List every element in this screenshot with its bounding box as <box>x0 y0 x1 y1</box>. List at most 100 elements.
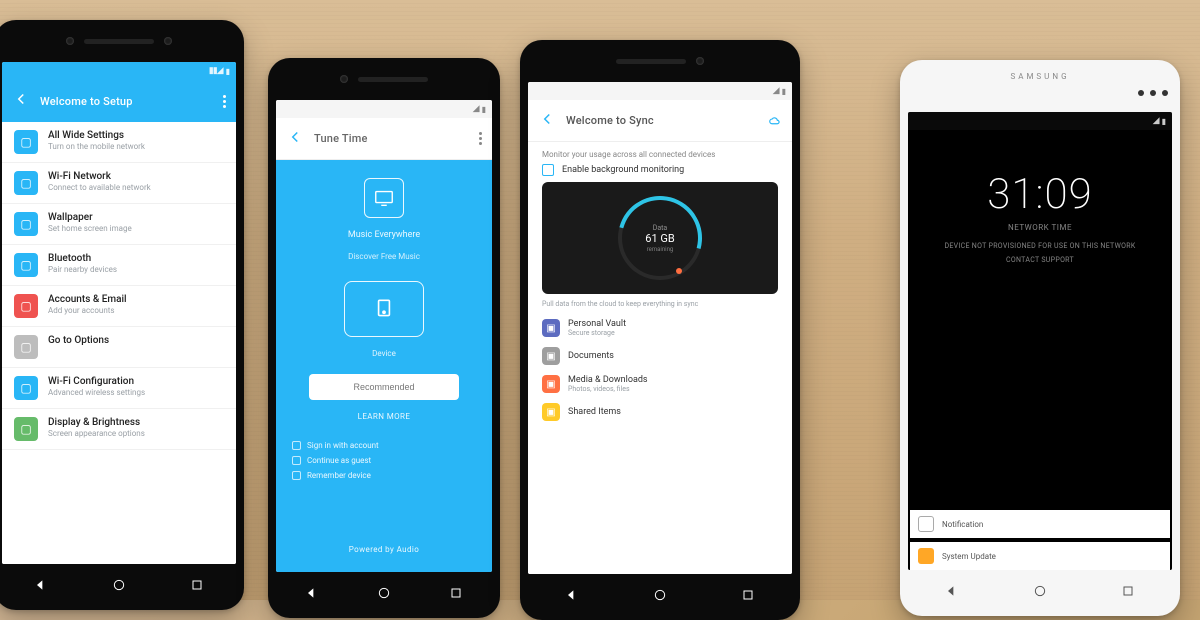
settings-row[interactable]: ▢ Wallpaper Set home screen image <box>2 204 236 245</box>
clock-sub: Network Time <box>1008 223 1072 232</box>
settings-row[interactable]: ▢ Wi-Fi Configuration Advanced wireless … <box>2 368 236 409</box>
speaker-grille <box>358 77 428 82</box>
card-caption: Device <box>372 349 396 358</box>
row-icon: ▣ <box>542 375 560 393</box>
settings-row[interactable]: ▢ Bluetooth Pair nearby devices <box>2 245 236 286</box>
lock-notifications: Notification System Update <box>908 510 1172 570</box>
app-bar-title: Welcome to Sync <box>566 114 758 127</box>
row-icon: ▣ <box>542 347 560 365</box>
phone-3: ◢ ▮ Welcome to Sync Monitor your usage a… <box>520 40 800 620</box>
notification-icon <box>918 516 934 532</box>
lock-message-1: Device not provisioned for use on this n… <box>924 242 1155 252</box>
checkbox-icon <box>292 471 301 480</box>
speaker-grille <box>616 59 686 64</box>
feature-card[interactable] <box>344 281 424 337</box>
progress-ring: Data 61 GB remaining <box>618 196 702 280</box>
nav-back-icon[interactable] <box>563 586 581 604</box>
back-icon[interactable] <box>286 128 304 150</box>
phone-3-screen: ◢ ▮ Welcome to Sync Monitor your usage a… <box>528 82 792 574</box>
nav-home-icon[interactable] <box>375 584 393 602</box>
phone-4-bezel: SAMSUNG <box>900 60 1180 112</box>
signal-icon: ◢ <box>773 86 779 96</box>
row-icon: ▢ <box>14 417 38 441</box>
phone-1-screen: ▮▮◢ ▮ Welcome to Setup ▢ All Wide Settin… <box>2 62 236 564</box>
storage-row[interactable]: ▣ Media & Downloads Photos, videos, file… <box>542 370 778 398</box>
hero-label: Music Everywhere <box>348 230 420 240</box>
settings-row[interactable]: ▢ Accounts & Email Add your accounts <box>2 286 236 327</box>
status-bar: ▮▮◢ ▮ <box>2 62 236 80</box>
display-icon <box>364 178 404 218</box>
secondary-link[interactable]: LEARN MORE <box>358 412 411 421</box>
more-icon[interactable] <box>223 95 226 108</box>
option-row[interactable]: Remember device <box>292 471 476 480</box>
row-title: Shared Items <box>568 407 621 417</box>
row-subtitle: Add your accounts <box>48 306 224 315</box>
notification-card[interactable]: System Update <box>910 542 1170 570</box>
settings-row[interactable]: ▢ All Wide Settings Turn on the mobile n… <box>2 122 236 163</box>
row-title: Wallpaper <box>48 212 224 223</box>
hero-sub: Discover Free Music <box>348 252 420 261</box>
checkbox-icon <box>292 456 301 465</box>
phone-2-screen: ◢ ▮ Tune Time Music Everywhere Discover … <box>276 100 492 572</box>
intro-text: Monitor your usage across all connected … <box>542 150 778 160</box>
settings-row[interactable]: ▢ Wi-Fi Network Connect to available net… <box>2 163 236 204</box>
settings-row[interactable]: ▢ Go to Options <box>2 327 236 368</box>
cloud-icon[interactable] <box>768 114 782 128</box>
nav-back-icon[interactable] <box>32 576 50 594</box>
lock-screen[interactable]: 31:09 Network Time Device not provisione… <box>908 130 1172 570</box>
status-bar: ◢ ▮ <box>528 82 792 100</box>
camera-dot <box>340 75 348 83</box>
update-icon <box>918 548 934 564</box>
onboarding-panel: Music Everywhere Discover Free Music Dev… <box>276 160 492 572</box>
notification-title: Notification <box>942 520 983 529</box>
notification-card[interactable]: Notification <box>910 510 1170 538</box>
nav-recent-icon[interactable] <box>1119 582 1137 600</box>
storage-row[interactable]: ▣ Personal Vault Secure storage <box>542 314 778 342</box>
nav-home-icon[interactable] <box>1031 582 1049 600</box>
nav-recent-icon[interactable] <box>447 584 465 602</box>
option-row[interactable]: Sign in with account <box>292 441 476 450</box>
ring-sub: remaining <box>645 246 674 253</box>
row-title: Wi-Fi Configuration <box>48 376 224 387</box>
app-bar: Tune Time <box>276 118 492 160</box>
lock-message-2: Contact support <box>986 256 1094 266</box>
ring-label: Data <box>645 224 674 232</box>
signal-icon: ▮▮◢ <box>209 66 223 76</box>
phone-1: ▮▮◢ ▮ Welcome to Setup ▢ All Wide Settin… <box>0 20 244 610</box>
storage-row[interactable]: ▣ Shared Items <box>542 398 778 426</box>
row-subtitle: Connect to available network <box>48 183 224 192</box>
content-panel: Monitor your usage across all connected … <box>528 142 792 574</box>
nav-home-icon[interactable] <box>651 586 669 604</box>
camera-dot <box>66 37 74 45</box>
battery-icon: ▮ <box>782 87 786 96</box>
battery-icon: ▮ <box>1162 117 1166 126</box>
checkbox-row[interactable]: Enable background monitoring <box>542 164 778 176</box>
nav-recent-icon[interactable] <box>188 576 206 594</box>
nav-back-icon[interactable] <box>943 582 961 600</box>
primary-button[interactable]: Recommended <box>309 374 459 400</box>
app-bar: Welcome to Setup <box>2 80 236 122</box>
phone-4: SAMSUNG ◢ ▮ 31:09 Network Time Device no… <box>900 60 1180 616</box>
footer-label: Powered by Audio <box>349 545 419 554</box>
more-icon[interactable] <box>479 132 482 145</box>
options-group: Sign in with account Continue as guest Rem… <box>292 441 476 480</box>
row-title: All Wide Settings <box>48 130 224 141</box>
phone-1-bezel <box>0 20 244 62</box>
row-title: Documents <box>568 351 614 361</box>
row-icon: ▢ <box>14 335 38 359</box>
row-subtitle: Secure storage <box>568 329 626 337</box>
option-row[interactable]: Continue as guest <box>292 456 476 465</box>
camera-dot <box>696 57 704 65</box>
settings-row[interactable]: ▢ Display & Brightness Screen appearance… <box>2 409 236 450</box>
nav-back-icon[interactable] <box>303 584 321 602</box>
signal-icon: ◢ <box>473 104 479 114</box>
back-icon[interactable] <box>12 90 30 112</box>
storage-row[interactable]: ▣ Documents <box>542 342 778 370</box>
android-nav-bar <box>276 576 492 610</box>
notification-title: System Update <box>942 552 996 561</box>
nav-home-icon[interactable] <box>110 576 128 594</box>
back-icon[interactable] <box>538 110 556 132</box>
row-icon: ▢ <box>14 130 38 154</box>
phone-4-screen: ◢ ▮ 31:09 Network Time Device not provis… <box>908 112 1172 570</box>
nav-recent-icon[interactable] <box>739 586 757 604</box>
